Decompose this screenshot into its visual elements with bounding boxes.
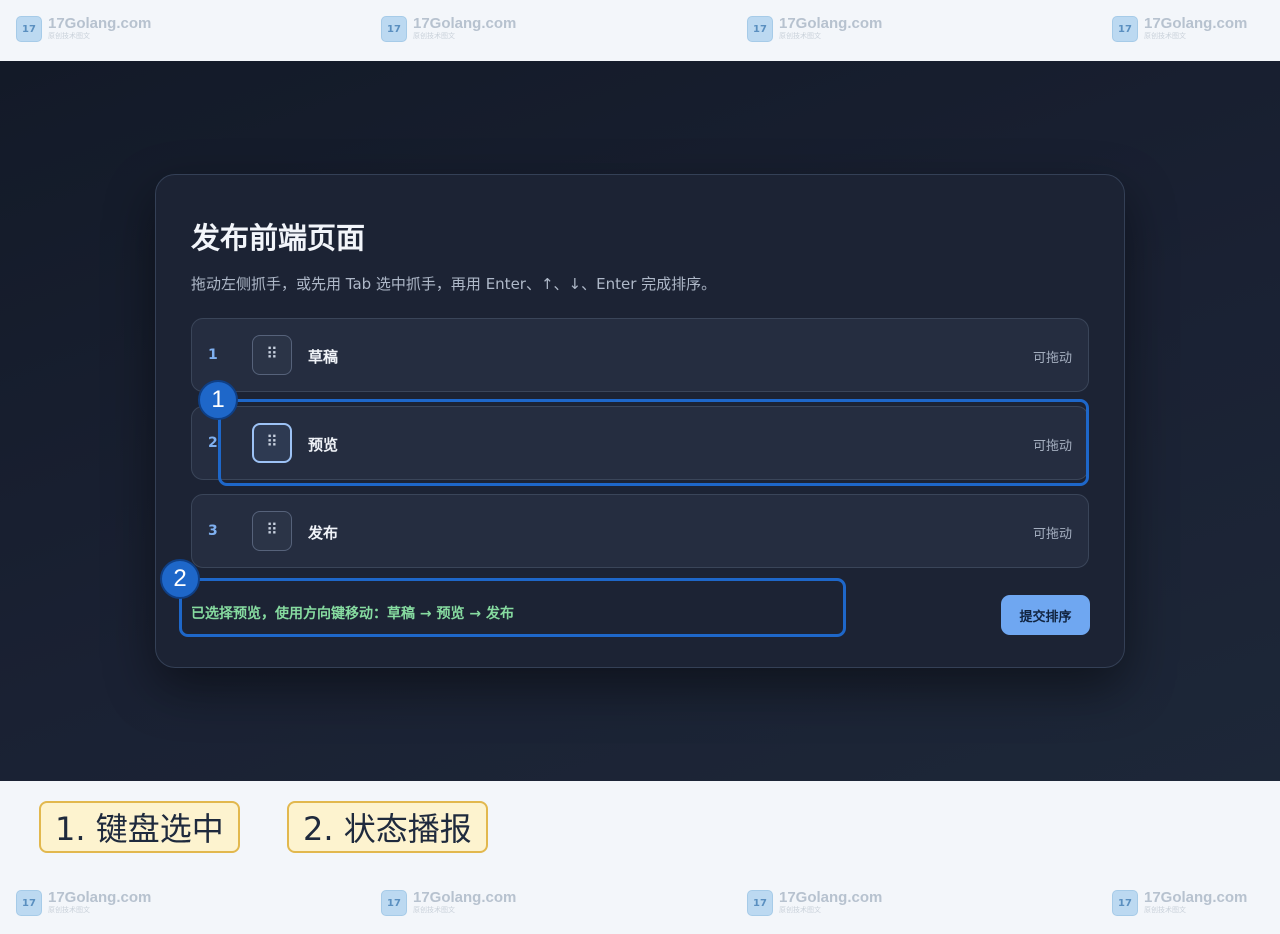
watermark-site: 17Golang.com: [48, 15, 152, 32]
row-label: 发布: [308, 524, 339, 542]
watermark: 17 17Golang.com 原创技术图文: [381, 16, 516, 42]
sortable-row[interactable]: 1 ⠿ 草稿 可拖动: [191, 318, 1089, 392]
watermark-site: 17Golang.com: [413, 889, 517, 906]
row-label: 草稿: [308, 348, 339, 366]
row-status: 可拖动: [1032, 351, 1072, 366]
submit-order-button[interactable]: 提交排序: [1001, 595, 1090, 635]
17golang-logo-icon: 17: [1112, 16, 1138, 42]
card-title: 发布前端页面: [191, 221, 366, 255]
annotation-box-status-announce: [179, 578, 846, 637]
17golang-logo-icon: 17: [747, 16, 773, 42]
card-hint: 拖动左侧抓手，或先用 Tab 选中抓手，再用 Enter、↑、↓、Enter 完…: [191, 275, 717, 293]
watermark: 17 17Golang.com 原创技术图文: [1112, 16, 1247, 42]
17golang-logo-icon: 17: [381, 16, 407, 42]
watermark: 17 17Golang.com 原创技术图文: [381, 890, 516, 916]
watermark-tagline: 原创技术图文: [779, 906, 821, 914]
watermark-tagline: 原创技术图文: [1144, 32, 1186, 40]
17golang-logo-icon: 17: [381, 890, 407, 916]
sortable-row[interactable]: 3 ⠿ 发布 可拖动: [191, 494, 1089, 568]
watermark-site: 17Golang.com: [413, 15, 517, 32]
17golang-logo-icon: 17: [747, 890, 773, 916]
watermark-tagline: 原创技术图文: [48, 906, 90, 914]
legend-status-announce: 2. 状态播报: [287, 801, 488, 853]
watermark-tagline: 原创技术图文: [48, 32, 90, 40]
watermark-tagline: 原创技术图文: [779, 32, 821, 40]
watermark-site: 17Golang.com: [779, 15, 883, 32]
17golang-logo-icon: 17: [16, 16, 42, 42]
watermark-site: 17Golang.com: [1144, 15, 1248, 32]
annotation-box-keyboard-select: [218, 399, 1089, 486]
17golang-logo-icon: 17: [1112, 890, 1138, 916]
row-index: 3: [208, 523, 218, 539]
watermark: 17 17Golang.com 原创技术图文: [747, 890, 882, 916]
watermark-tagline: 原创技术图文: [1144, 906, 1186, 914]
watermark-tagline: 原创技术图文: [413, 906, 455, 914]
row-index: 1: [208, 347, 218, 363]
watermark: 17 17Golang.com 原创技术图文: [16, 890, 151, 916]
watermark: 17 17Golang.com 原创技术图文: [16, 16, 151, 42]
watermark-site: 17Golang.com: [1144, 889, 1248, 906]
row-status: 可拖动: [1032, 527, 1072, 542]
watermark-site: 17Golang.com: [779, 889, 883, 906]
watermark-tagline: 原创技术图文: [413, 32, 455, 40]
watermark-site: 17Golang.com: [48, 889, 152, 906]
watermark: 17 17Golang.com 原创技术图文: [747, 16, 882, 42]
watermark: 17 17Golang.com 原创技术图文: [1112, 890, 1247, 916]
annotation-marker: 2: [160, 559, 200, 599]
row-index: 2: [208, 435, 218, 451]
drag-handle-icon[interactable]: ⠿: [252, 511, 292, 551]
legend-keyboard-select: 1. 键盘选中: [39, 801, 240, 853]
watermark-strip-top: 17 17Golang.com 原创技术图文 17 17Golang.com 原创技…: [0, 0, 1280, 60]
17golang-logo-icon: 17: [16, 890, 42, 916]
watermark-strip-bottom: 17 17Golang.com 原创技术图文 17 17Golang.com 原创技…: [0, 874, 1280, 934]
drag-handle-icon[interactable]: ⠿: [252, 335, 292, 375]
annotation-marker: 1: [198, 380, 238, 420]
